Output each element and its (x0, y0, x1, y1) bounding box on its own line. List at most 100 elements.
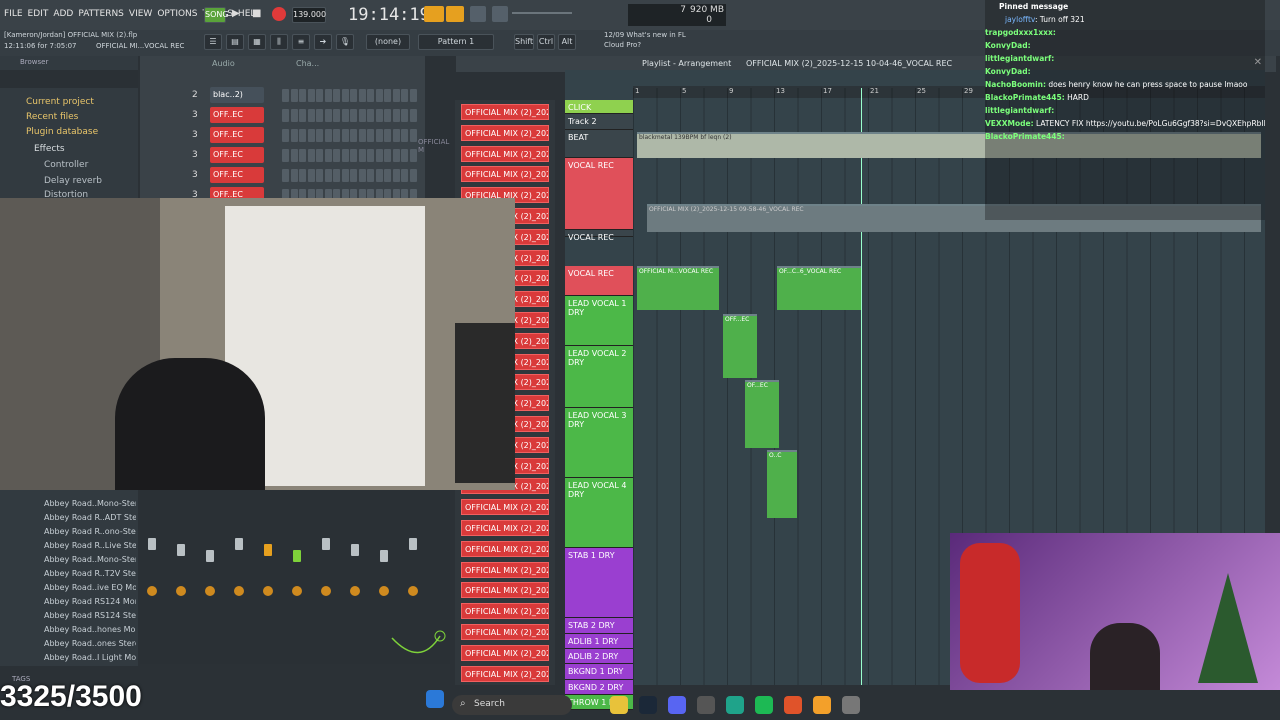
step-button[interactable] (409, 169, 417, 182)
step-button[interactable] (384, 149, 391, 162)
clip-lead1-b[interactable]: OF...C..6_VOCAL REC (777, 266, 861, 310)
channel-row[interactable]: 3 OFF..EC (140, 106, 425, 126)
track-header[interactable]: LEAD VOCAL 2 DRY (565, 346, 633, 408)
track-header[interactable]: LEAD VOCAL 1 DRY (565, 296, 633, 346)
pattern-list-item[interactable]: OFFICIAL MIX (2)_2025-1... (461, 644, 549, 661)
stop-icon[interactable]: ■ (252, 8, 261, 19)
time-display[interactable]: 19:14:19 (348, 5, 430, 25)
plugin-item[interactable]: Abbey Road RS124 Mono (30, 595, 136, 609)
step-button[interactable] (333, 89, 340, 102)
step-button[interactable] (307, 89, 315, 102)
alt-button[interactable]: Alt (558, 34, 576, 50)
track-header[interactable]: LEAD VOCAL 3 DRY (565, 408, 633, 478)
step-button[interactable] (316, 129, 323, 142)
plugin-item[interactable]: Abbey Road..I Light Mono (30, 651, 136, 665)
step-button[interactable] (350, 169, 357, 182)
step-button[interactable] (401, 109, 408, 122)
pattern-list-item[interactable]: OFFICIAL MIX (2)_2025-1... (461, 540, 549, 557)
news-line1[interactable]: 12/09 What's new in FL (604, 31, 686, 39)
view-channelrack-icon[interactable]: ▦ (248, 34, 266, 50)
master-volume-slider[interactable] (512, 12, 572, 14)
step-button[interactable] (290, 169, 298, 182)
spotify-icon[interactable] (755, 696, 773, 714)
mixer-fader[interactable] (177, 544, 185, 556)
step-button[interactable] (384, 129, 391, 142)
step-button[interactable] (316, 109, 323, 122)
step-button[interactable] (358, 169, 366, 182)
mixer-fader[interactable] (235, 538, 243, 550)
plugin-item[interactable]: Abbey Road..hones Mono (30, 623, 136, 637)
step-button[interactable] (316, 169, 323, 182)
step-button[interactable] (350, 109, 357, 122)
step-button[interactable] (350, 149, 357, 162)
pattern-list-item[interactable]: OFFICIAL MIX (2)_2025-1... (461, 145, 549, 162)
pattern-select[interactable]: Pattern 1 (418, 34, 494, 50)
mixer-fader[interactable] (264, 544, 272, 556)
channel-name[interactable]: OFF..EC (210, 127, 264, 143)
step-button[interactable] (333, 129, 340, 142)
play-icon[interactable]: ▶ (232, 8, 240, 19)
mixer-fader[interactable] (148, 538, 156, 550)
pattern-list-item[interactable]: OFFICIAL MIX (2)_2025-1... (461, 561, 549, 578)
step-button[interactable] (367, 129, 374, 142)
settings-icon[interactable] (842, 696, 860, 714)
step-button[interactable] (367, 109, 374, 122)
step-button[interactable] (384, 169, 391, 182)
pattern-list-item[interactable]: OFFICIAL MIX (2)_2025-1... (461, 499, 549, 516)
browser-plugin-database[interactable]: Plugin database (26, 127, 98, 137)
browser-controller[interactable]: Controller (44, 160, 88, 170)
track-header[interactable]: VOCAL REC (565, 158, 633, 230)
metronome-icon[interactable] (446, 6, 464, 22)
mixer-fader[interactable] (380, 550, 388, 562)
mixer-knob[interactable] (408, 586, 418, 596)
step-button[interactable] (324, 109, 332, 122)
step-button[interactable] (299, 129, 306, 142)
step-button[interactable] (350, 129, 357, 142)
step-button[interactable] (282, 89, 289, 102)
plugin-item[interactable]: Abbey Road RS124 Stereo (30, 609, 136, 623)
mixer-fader[interactable] (206, 550, 214, 562)
mixer-knob[interactable] (321, 586, 331, 596)
pattern-list-item[interactable]: OFFICIAL MIX (2)_2025-1... (461, 166, 549, 183)
step-button[interactable] (299, 149, 306, 162)
step-button[interactable] (299, 169, 306, 182)
step-button[interactable] (290, 129, 298, 142)
step-button[interactable] (358, 109, 366, 122)
pattern-list-item[interactable]: OFFICIAL MIX (2)_2025-1... (461, 582, 549, 599)
step-button[interactable] (384, 89, 391, 102)
step-button[interactable] (341, 149, 349, 162)
channel-name[interactable]: OFF..EC (210, 107, 264, 123)
step-button[interactable] (375, 109, 383, 122)
pattern-list-item[interactable]: OFFICIAL MIX (2)_2025-1... (461, 520, 549, 536)
mixer-fader[interactable] (351, 544, 359, 556)
step-button[interactable] (290, 109, 298, 122)
step-button[interactable] (282, 129, 289, 142)
track-header[interactable]: CLICK (565, 100, 633, 114)
step-button[interactable] (392, 149, 400, 162)
plugin-item[interactable]: Abbey Road..ive EQ Mono (30, 581, 136, 595)
chrome-icon[interactable] (610, 696, 628, 714)
track-header[interactable]: VOCAL REC (565, 230, 633, 242)
step-button[interactable] (316, 89, 323, 102)
step-button[interactable] (409, 89, 417, 102)
windows-start-icon[interactable] (426, 690, 444, 708)
channel-row[interactable]: 3 OFF..EC (140, 146, 425, 166)
step-button[interactable] (307, 169, 315, 182)
mixer-knob[interactable] (379, 586, 389, 596)
view-pianoroll-icon[interactable]: ▤ (226, 34, 244, 50)
news-line2[interactable]: Cloud Pro? (604, 41, 641, 49)
step-button[interactable] (282, 169, 289, 182)
mixer-knob[interactable] (350, 586, 360, 596)
mixer-knob[interactable] (205, 586, 215, 596)
channel-row[interactable]: 2 blac..2) (140, 86, 425, 106)
mixer-knob[interactable] (176, 586, 186, 596)
track-header[interactable]: BKGND 1 DRY (565, 664, 633, 680)
clip-lead2[interactable]: OFF...EC (723, 314, 757, 378)
view-browser-icon[interactable]: ≡ (292, 34, 310, 50)
step-button[interactable] (307, 129, 315, 142)
pattern-list-item[interactable]: OFFICIAL MIX (2)_2025-1... (461, 624, 549, 640)
plugin-item[interactable]: Abbey Road..Mono-Stereo (30, 497, 136, 511)
fl-studio-icon[interactable] (813, 696, 831, 714)
step-button[interactable] (367, 149, 374, 162)
plugin-item[interactable]: Abbey Road..Mono-Stereo (30, 553, 136, 567)
